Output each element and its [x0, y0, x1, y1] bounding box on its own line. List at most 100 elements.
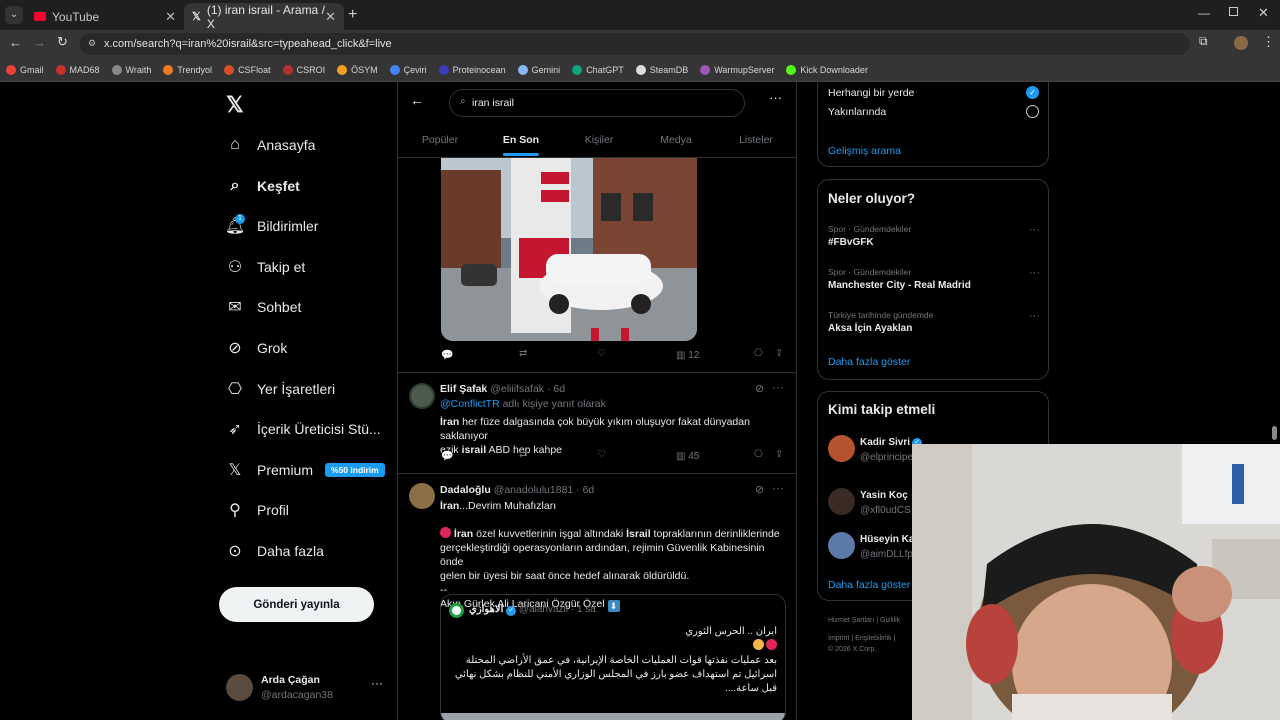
window-close-button[interactable]: ✕: [1258, 5, 1269, 21]
bookmark-item[interactable]: Wraith: [111, 64, 151, 75]
tab-3[interactable]: Kişiler: [585, 134, 614, 146]
back-arrow-icon[interactable]: ←: [410, 92, 424, 108]
more-dots-icon[interactable]: ···: [1029, 224, 1040, 236]
profile-avatar[interactable]: [1234, 36, 1248, 50]
x-logo-icon[interactable]: 𝕏: [226, 92, 244, 118]
more-dots-icon[interactable]: ···: [772, 380, 784, 394]
trend-item[interactable]: Spor · Gündemdekiler Manchester City - R…: [828, 267, 1040, 291]
share-icon[interactable]: ⇪: [775, 348, 783, 359]
sidebar-item-10[interactable]: ⚲ Profil: [226, 501, 289, 519]
sidebar-item-8[interactable]: ➶ İçerik Üreticisi Stü...: [226, 420, 380, 438]
search-options-icon[interactable]: ···: [769, 90, 782, 105]
tab-x-search[interactable]: 𝕏 (1) iran israil - Arama / X ✕: [184, 3, 344, 31]
reply-to-handle[interactable]: @ConflictTR: [440, 398, 500, 410]
tab-4[interactable]: Medya: [660, 134, 692, 146]
bookmark-item[interactable]: WarmupServer: [700, 64, 774, 75]
sidebar-item-3[interactable]: 🔔︎ Bildirimler 1: [225, 214, 318, 235]
share-icon[interactable]: ⇪: [775, 449, 783, 460]
repost-icon[interactable]: ⇄: [519, 449, 527, 460]
bookmark-item[interactable]: SteamDB: [635, 64, 688, 75]
reload-icon[interactable]: ↻: [57, 34, 68, 50]
repost-icon[interactable]: ⇄: [519, 348, 527, 359]
location-option-anywhere[interactable]: Herhangi bir yerde: [828, 87, 914, 99]
quoted-media[interactable]: [441, 713, 785, 720]
extensions-icon[interactable]: ⧉: [1199, 34, 1208, 49]
forward-icon[interactable]: →: [33, 35, 46, 50]
tab-5[interactable]: Listeler: [739, 134, 773, 146]
trend-item[interactable]: Türkiye tarihinde gündemde Aksa İçin Aya…: [828, 310, 1040, 334]
author-handle[interactable]: @alahvazii: [519, 604, 568, 615]
follow-show-more-link[interactable]: Daha fazla göster: [828, 579, 910, 591]
quoted-tweet[interactable]: الاهوازي ✓ @alahvazii · 1 sa ايران .. ال…: [440, 594, 786, 720]
sidebar-item-9[interactable]: 𝕏 Premium %50 indirim: [226, 461, 385, 479]
author-handle[interactable]: @eliiifsafak: [490, 383, 544, 395]
maximize-button[interactable]: [1229, 7, 1238, 16]
more-dots-icon[interactable]: ···: [371, 676, 383, 690]
post-button[interactable]: Gönderi yayınla: [219, 587, 374, 622]
bookmark-item[interactable]: Kick Downloader: [786, 64, 868, 75]
trend-item[interactable]: Spor · Gündemdekiler #FBvGFK ···: [828, 224, 1040, 248]
address-bar[interactable]: ⚙ x.com/search?q=iran%20israil&src=typea…: [80, 33, 1190, 55]
footer-line[interactable]: İmprint | Erişilebilirlik |: [828, 634, 900, 644]
bookmark-item[interactable]: CSFloat: [224, 64, 271, 75]
close-icon[interactable]: ✕: [325, 9, 336, 25]
views-stat[interactable]: ▥ 45: [676, 451, 699, 462]
scrollbar-thumb[interactable]: [1272, 426, 1277, 440]
author-name[interactable]: Elif Şafak: [440, 383, 487, 395]
bookmark-item[interactable]: MAD68: [55, 64, 100, 75]
minimize-button[interactable]: —: [1198, 6, 1210, 20]
bookmark-item[interactable]: Trendyol: [163, 64, 212, 75]
tweet[interactable]: Elif Şafak @eliiifsafak · 6d ⊘ ··· @Conf…: [398, 373, 796, 473]
author-name[interactable]: Dadaloğlu: [440, 484, 491, 496]
bookmark-item[interactable]: ÖSYM: [337, 64, 378, 75]
more-dots-icon[interactable]: ···: [1029, 310, 1040, 322]
radio-unchecked-icon[interactable]: [1026, 105, 1039, 118]
more-dots-icon[interactable]: ···: [1029, 267, 1040, 279]
tab-search-button[interactable]: ⌄: [5, 6, 23, 24]
bookmark-item[interactable]: ChatGPT: [572, 64, 624, 75]
sidebar-item-2[interactable]: ⌕ Keşfet: [226, 177, 300, 195]
author-handle[interactable]: @anadolulu1881: [494, 484, 574, 496]
sidebar-item-6[interactable]: ⊘ Grok: [226, 339, 287, 357]
tweet[interactable]: Dadaloğlu @anadolulu1881 · 6d ⊘ ··· İran…: [398, 474, 796, 720]
grok-icon[interactable]: ⊘: [755, 483, 764, 496]
account-switcher[interactable]: Arda Çağan @ardacagan38 ···: [226, 672, 386, 704]
reply-icon[interactable]: 💬: [441, 350, 453, 361]
sidebar-item-4[interactable]: ⚇ Takip et: [226, 258, 305, 276]
advanced-search-link[interactable]: Gelişmiş arama: [828, 145, 901, 157]
sidebar-item-7[interactable]: ⎔ Yer İşaretleri: [226, 380, 335, 398]
bookmark-item[interactable]: Çeviri: [389, 64, 427, 75]
sidebar-item-1[interactable]: ⌂ Anasayfa: [226, 136, 315, 154]
location-option-nearby[interactable]: Yakınlarında: [828, 106, 886, 118]
tab-2[interactable]: En Son: [502, 134, 540, 156]
grok-icon[interactable]: ⊘: [755, 382, 764, 395]
tweet-time[interactable]: 6d: [553, 383, 565, 395]
new-tab-button[interactable]: +: [348, 6, 357, 24]
author-name[interactable]: الاهوازي: [469, 604, 503, 615]
reply-icon[interactable]: 💬: [441, 451, 453, 462]
search-box[interactable]: ⌕ iran israil: [449, 89, 745, 117]
bookmark-item[interactable]: Gmail: [6, 64, 44, 75]
site-info-icon[interactable]: ⚙: [88, 38, 96, 49]
bookmark-item[interactable]: Gemini: [517, 64, 560, 75]
like-icon[interactable]: ♡: [597, 449, 606, 460]
views-stat[interactable]: ▥ 12: [676, 350, 699, 361]
radio-checked-icon[interactable]: ✓: [1026, 86, 1039, 99]
bookmark-item[interactable]: Proteinocean: [438, 64, 506, 75]
bookmark-item[interactable]: CSROI: [282, 64, 325, 75]
sidebar-item-11[interactable]: ⊙ Daha fazla: [226, 542, 324, 560]
tab-youtube[interactable]: YouTube ✕: [26, 3, 184, 30]
back-icon[interactable]: ←: [9, 35, 22, 50]
more-dots-icon[interactable]: ···: [772, 481, 784, 495]
tweet-time[interactable]: 6d: [583, 484, 595, 496]
bookmark-icon[interactable]: ⎔: [754, 348, 763, 359]
show-more-link[interactable]: Daha fazla göster: [828, 356, 910, 368]
tweet-media[interactable]: [441, 158, 697, 341]
sidebar-item-5[interactable]: ✉ Sohbet: [226, 298, 301, 316]
like-icon[interactable]: ♡: [597, 348, 606, 359]
tweet-time[interactable]: 1 sa: [577, 604, 596, 615]
browser-menu-icon[interactable]: ⋮: [1262, 34, 1275, 50]
footer-line[interactable]: Hizmet Şartları | Gizlilik: [828, 616, 900, 626]
bookmark-icon[interactable]: ⎔: [754, 449, 763, 460]
close-icon[interactable]: ✕: [165, 9, 176, 25]
